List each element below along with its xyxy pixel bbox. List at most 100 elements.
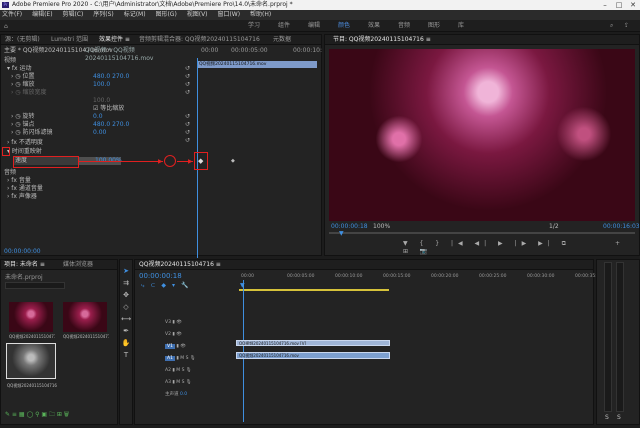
workspace-editing[interactable]: 编辑 [308, 20, 320, 32]
program-tabs: 节目: QQ视频20240115104716 ≡ [325, 35, 639, 45]
add-keyframe-circle-highlight[interactable] [164, 155, 176, 167]
timeline-ruler[interactable]: 00:00 00:00:05:00 00:00:10:00 00:00:15:0… [239, 274, 602, 288]
project-item-thumb-1[interactable] [63, 302, 107, 332]
reset-buttons: ↺ ↺ ↺ ↺ ↺ ↺ ↺ ↺ [185, 65, 191, 144]
project-tabs: 项目: 未命名 ≡ 媒体浏览器 [1, 260, 117, 270]
workspace-graphics[interactable]: 图形 [428, 20, 440, 32]
fx-time-remap[interactable]: ▾ 时间重映射 [7, 148, 42, 156]
project-footer-icons[interactable]: ✎ ≡ ▦ ◯ ⚲ ▣ 🗀 ⊞ 🗑 [5, 410, 69, 420]
tab-media-browser[interactable]: 媒体浏览器 [63, 260, 93, 270]
program-playhead-icon[interactable]: ▼ [339, 230, 344, 237]
workspace-color[interactable]: 颜色 [338, 20, 350, 32]
menu-view[interactable]: 视图(V) [187, 11, 208, 18]
fx-channel-volume[interactable]: › fx 通道音量 [7, 185, 43, 193]
program-zoom[interactable]: 100% [373, 223, 390, 230]
type-tool-icon[interactable]: T [121, 350, 131, 360]
fx-volume[interactable]: › fx 音量 [7, 177, 31, 185]
workspace-learn[interactable]: 学习 [248, 20, 260, 32]
track-v2[interactable]: V2 ▮ 👁 [135, 330, 235, 340]
master-volume-value[interactable]: 0.0 [180, 392, 187, 397]
timeline-playhead[interactable] [243, 280, 244, 422]
program-add-button-icon[interactable]: + [615, 240, 620, 247]
uniform-scale-checkbox[interactable]: ☑ 等比缩放 [93, 105, 124, 113]
program-video-frame[interactable] [329, 49, 635, 221]
tab-source[interactable]: 源：(无剪辑) [5, 35, 40, 45]
track-a2[interactable]: A2 ▮ M S 🎙 [135, 366, 235, 376]
transport-controls[interactable]: ▼ { } |◀ ◀| ▶ |▶ ▶| ⧉ ⊞ 📷 [403, 240, 573, 255]
menu-edit[interactable]: 编辑(E) [32, 11, 52, 18]
keyframe-icon[interactable]: ◆ [198, 157, 203, 165]
fx-motion[interactable]: ▾ fx 运动 [7, 65, 32, 73]
track-a1[interactable]: A1 ▮ M S 🎙 [135, 354, 235, 364]
razor-tool-icon[interactable]: ◇ [121, 302, 131, 312]
tab-metadata[interactable]: 元数据 [273, 35, 291, 45]
audio-clip[interactable]: QQ视频20240115104716.mov [236, 352, 390, 359]
workspace-assembly[interactable]: 组件 [278, 20, 290, 32]
maximize-button[interactable]: □ [612, 0, 626, 10]
menu-window[interactable]: 窗口(W) [217, 11, 240, 18]
program-scrubber[interactable] [329, 232, 635, 234]
ec-timeline-clip[interactable]: QQ视频20240115104716.mov [197, 61, 317, 68]
timeline-tool-icons[interactable]: ⤷⊂◆▾🔧 [141, 282, 194, 290]
fx-motion-label: 运动 [19, 65, 32, 72]
project-panel: 项目: 未命名 ≡ 媒体浏览器 未命名.prproj QQ视频202401151… [0, 259, 118, 425]
clip-label[interactable]: QQ视频 * QQ视频20240115104716.mov [85, 47, 191, 62]
menu-markers[interactable]: 标记(M) [124, 11, 146, 18]
tab-lumetri-scopes[interactable]: Lumetri 范围 [51, 35, 88, 45]
slip-tool-icon[interactable]: ⟷ [121, 314, 131, 324]
scale-width-value: 100.0 [93, 97, 111, 104]
ec-timecode[interactable]: 00:00:00:00 [4, 248, 41, 255]
rotation-value[interactable]: 0.0 [93, 113, 103, 121]
ec-time-0: 00:00 [201, 47, 219, 54]
audio-meter-left [604, 262, 612, 412]
ripple-edit-tool-icon[interactable]: ✥ [121, 290, 131, 300]
selection-tool-icon[interactable]: ➤ [121, 266, 131, 276]
project-search-input[interactable] [5, 282, 65, 289]
workspace-audio[interactable]: 音频 [398, 20, 410, 32]
tab-audio-clip-mixer[interactable]: 音频剪辑混合器: QQ视频20240115104716 [139, 35, 260, 45]
hand-tool-icon[interactable]: ✋ [121, 338, 131, 348]
scale-value[interactable]: 100.0 [93, 81, 110, 89]
track-master[interactable]: 主声道 0.0 [135, 390, 235, 400]
firework-burst-left [369, 109, 429, 169]
search-icon[interactable]: ⌕ [610, 22, 613, 30]
track-select-tool-icon[interactable]: ⇉ [121, 278, 131, 288]
project-item-name-1: QQ视频20240115104716... [63, 334, 109, 339]
track-v3[interactable]: V3 ▮ 👁 [135, 318, 235, 328]
workspace-effects[interactable]: 效果 [368, 20, 380, 32]
menu-bar: 文件(F) 编辑(E) 剪辑(C) 序列(S) 标记(M) 图形(G) 视图(V… [0, 10, 640, 20]
fx-panner[interactable]: › fx 声像器 [7, 193, 37, 201]
antiflicker-value[interactable]: 0.00 [93, 129, 106, 137]
minimize-button[interactable]: – [598, 0, 612, 10]
home-icon[interactable]: ⌂ [4, 23, 8, 30]
menu-sequence[interactable]: 序列(S) [93, 11, 114, 18]
position-value[interactable]: 480.0 270.0 [93, 73, 129, 81]
program-timecode[interactable]: 00:00:00:18 [331, 223, 368, 230]
tab-project[interactable]: 项目: 未命名 ≡ [4, 260, 45, 270]
anchor-value[interactable]: 480.0 270.0 [93, 121, 129, 129]
timeline-playhead-icon[interactable]: ▼ [240, 282, 245, 289]
meter-solo-left[interactable]: S [605, 414, 609, 421]
workspace-libraries[interactable]: 库 [458, 20, 464, 32]
menu-file[interactable]: 文件(F) [2, 11, 22, 18]
timeline-timecode[interactable]: 00:00:00:18 [139, 272, 182, 280]
work-area-bar[interactable] [239, 289, 389, 291]
project-item-thumb-2[interactable] [6, 343, 56, 379]
close-button[interactable]: ✕ [626, 0, 640, 10]
pen-tool-icon[interactable]: ✒ [121, 326, 131, 336]
menu-graphics[interactable]: 图形(G) [155, 11, 176, 18]
share-icon[interactable]: ⇪ [624, 22, 629, 29]
menu-clip[interactable]: 剪辑(C) [62, 11, 83, 18]
prop-antiflicker-label: 防闪烁滤镜 [22, 129, 53, 136]
tab-sequence[interactable]: QQ视频20240115104716 ≡ [139, 260, 221, 270]
video-clip[interactable]: QQ视频20240115104716.mov [V] [236, 340, 390, 346]
track-v1[interactable]: V1 ▮ 👁 [135, 342, 235, 352]
track-a3[interactable]: A3 ▮ M S 🎙 [135, 378, 235, 388]
program-quality[interactable]: 1/2 [549, 223, 559, 230]
tab-effect-controls[interactable]: 效果控件 ≡ [99, 35, 130, 45]
meter-solo-right[interactable]: S [617, 414, 621, 421]
tab-program[interactable]: 节目: QQ视频20240115104716 ≡ [333, 35, 431, 45]
fx-opacity[interactable]: › fx 不透明度 [7, 139, 43, 147]
menu-help[interactable]: 帮助(H) [250, 11, 271, 18]
project-item-thumb-0[interactable] [9, 302, 53, 332]
